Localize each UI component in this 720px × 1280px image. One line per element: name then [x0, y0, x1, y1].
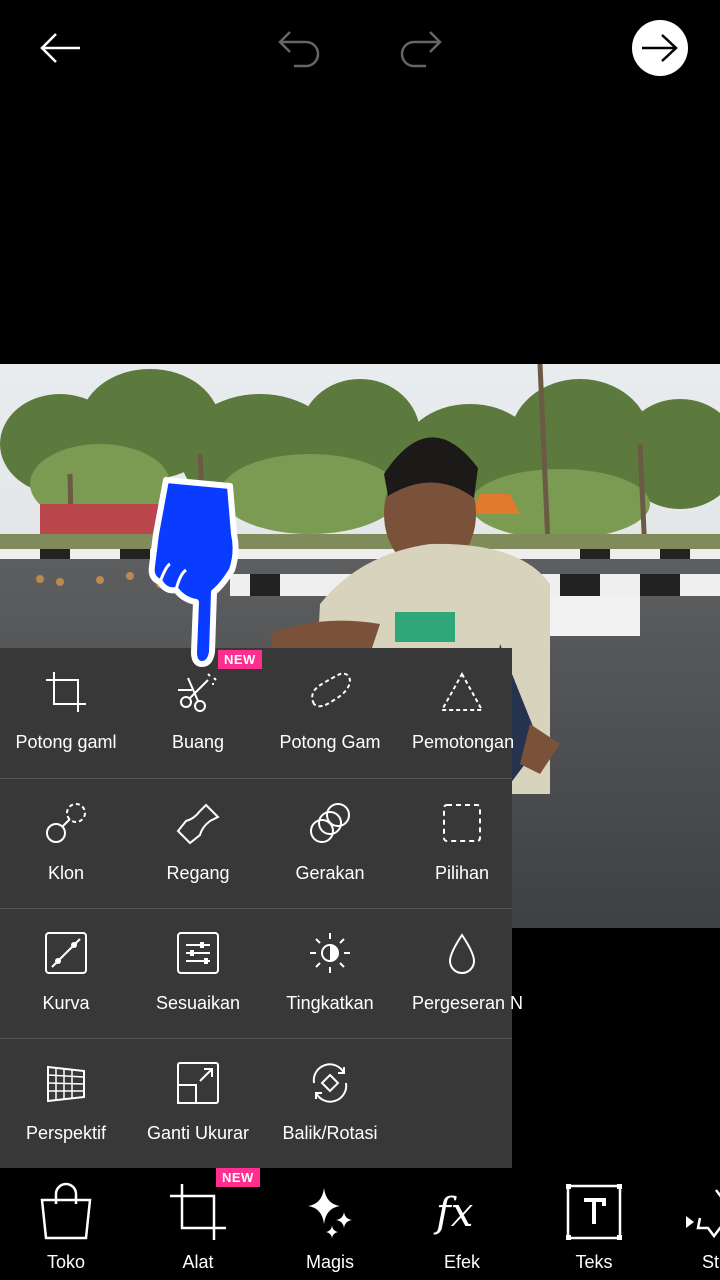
- selection-icon: [443, 804, 481, 842]
- arrow-left-icon: [40, 33, 80, 63]
- tool-flip-rotate[interactable]: Balik/Rotasi: [264, 1039, 396, 1169]
- tool-shape-crop[interactable]: Potong Gam: [264, 648, 396, 778]
- freecrop-icon: [311, 672, 352, 708]
- tool-label: Ganti Ukurar: [146, 1123, 250, 1143]
- tool-label: Gerakan: [295, 863, 365, 883]
- triangle-dashed-icon: [440, 671, 484, 711]
- tool-label: Potong gaml: [15, 732, 117, 752]
- tool-selection[interactable]: Pilihan: [396, 779, 528, 909]
- tools-panel: Potong gaml Buang NEW Potong Gam Pemoton…: [0, 648, 523, 1169]
- pointing-hand-icon: [148, 477, 239, 667]
- tab-label: Alat: [182, 1252, 214, 1272]
- play-small-icon: [686, 1216, 694, 1228]
- tool-label: Perspektif: [25, 1123, 107, 1143]
- tool-label: Pemotongan: [412, 732, 515, 752]
- adjust-icon: [177, 932, 219, 974]
- back-button[interactable]: [32, 20, 88, 76]
- tools-row-1: Potong gaml Buang NEW Potong Gam Pemoton…: [0, 648, 514, 778]
- tool-label: Kurva: [42, 993, 90, 1013]
- tool-dispersion[interactable]: Pergeseran N: [396, 909, 528, 1039]
- bottom-tab-bar: Toko Alat NEW Magis fx Efek Teks St: [0, 1168, 720, 1280]
- tab-sticker[interactable]: St: [660, 1168, 720, 1280]
- tab-tools[interactable]: Alat NEW: [132, 1168, 264, 1280]
- crop-icon: [46, 672, 86, 712]
- tool-label: Pilihan: [434, 863, 490, 883]
- flip-rotate-icon: [312, 1063, 348, 1103]
- tool-adjust[interactable]: Sesuaikan: [132, 909, 264, 1039]
- tool-resize[interactable]: Ganti Ukurar: [132, 1039, 264, 1169]
- tab-effects[interactable]: fx Efek: [396, 1168, 528, 1280]
- resize-icon: [177, 1062, 219, 1104]
- fx-icon: fx: [433, 1190, 473, 1236]
- curves-icon: [45, 932, 87, 974]
- undo-icon: [278, 31, 320, 68]
- sparkles-icon: [308, 1188, 352, 1238]
- motion-icon: [310, 803, 350, 843]
- tool-free-crop[interactable]: Potong gaml: [0, 648, 132, 778]
- undo-button[interactable]: [272, 20, 328, 76]
- tool-motion[interactable]: Gerakan: [264, 779, 396, 909]
- tool-perspective[interactable]: Perspektif: [0, 1039, 132, 1169]
- redo-button[interactable]: [392, 20, 448, 76]
- new-badge: NEW: [216, 1168, 260, 1187]
- text-icon: [566, 1184, 622, 1240]
- tool-label: Regang: [166, 863, 230, 883]
- crop-tool-icon: [170, 1184, 226, 1240]
- drop-icon: [448, 933, 476, 974]
- tab-shop[interactable]: Toko: [0, 1168, 132, 1280]
- tool-clone[interactable]: Klon: [0, 779, 132, 909]
- tool-label: Pergeseran N: [412, 993, 524, 1013]
- tool-label: Buang: [171, 732, 225, 752]
- tools-row-2: Klon Regang Gerakan Pilihan: [0, 778, 512, 909]
- tab-label: Magis: [305, 1252, 354, 1272]
- next-button[interactable]: [632, 20, 688, 76]
- tool-label: Balik/Rotasi: [282, 1123, 378, 1143]
- redo-icon: [400, 31, 442, 68]
- tab-label: Efek: [443, 1252, 481, 1272]
- tab-text[interactable]: Teks: [528, 1168, 660, 1280]
- top-bar: [0, 0, 720, 96]
- tab-label: Teks: [575, 1252, 613, 1272]
- stretch-icon: [176, 803, 220, 845]
- arrow-right-icon: [642, 34, 678, 62]
- scissors-icon: [178, 673, 217, 712]
- tool-label: Potong Gam: [279, 732, 381, 752]
- tools-row-4: Perspektif Ganti Ukurar Balik/Rotasi: [0, 1038, 512, 1169]
- svg-text:fx: fx: [433, 1190, 473, 1236]
- clone-icon: [46, 803, 86, 843]
- tool-label: Sesuaikan: [155, 993, 241, 1013]
- sticker-icon: [696, 1189, 720, 1239]
- shopping-bag-icon: [40, 1182, 92, 1240]
- tab-magic[interactable]: Magis: [264, 1168, 396, 1280]
- tool-curves[interactable]: Kurva: [0, 909, 132, 1039]
- perspective-icon: [47, 1065, 85, 1103]
- tool-stretch[interactable]: Regang: [132, 779, 264, 909]
- tab-label: Toko: [46, 1252, 86, 1272]
- tools-row-3: Kurva Sesuaikan Tingkatkan Pergeseran N: [0, 908, 523, 1039]
- tool-label: Klon: [47, 863, 85, 883]
- tool-shape-cut[interactable]: Pemotongan: [396, 648, 528, 778]
- enhance-icon: [310, 933, 350, 973]
- tool-label: Tingkatkan: [286, 993, 374, 1013]
- tab-label: St: [702, 1252, 720, 1272]
- tool-enhance[interactable]: Tingkatkan: [264, 909, 396, 1039]
